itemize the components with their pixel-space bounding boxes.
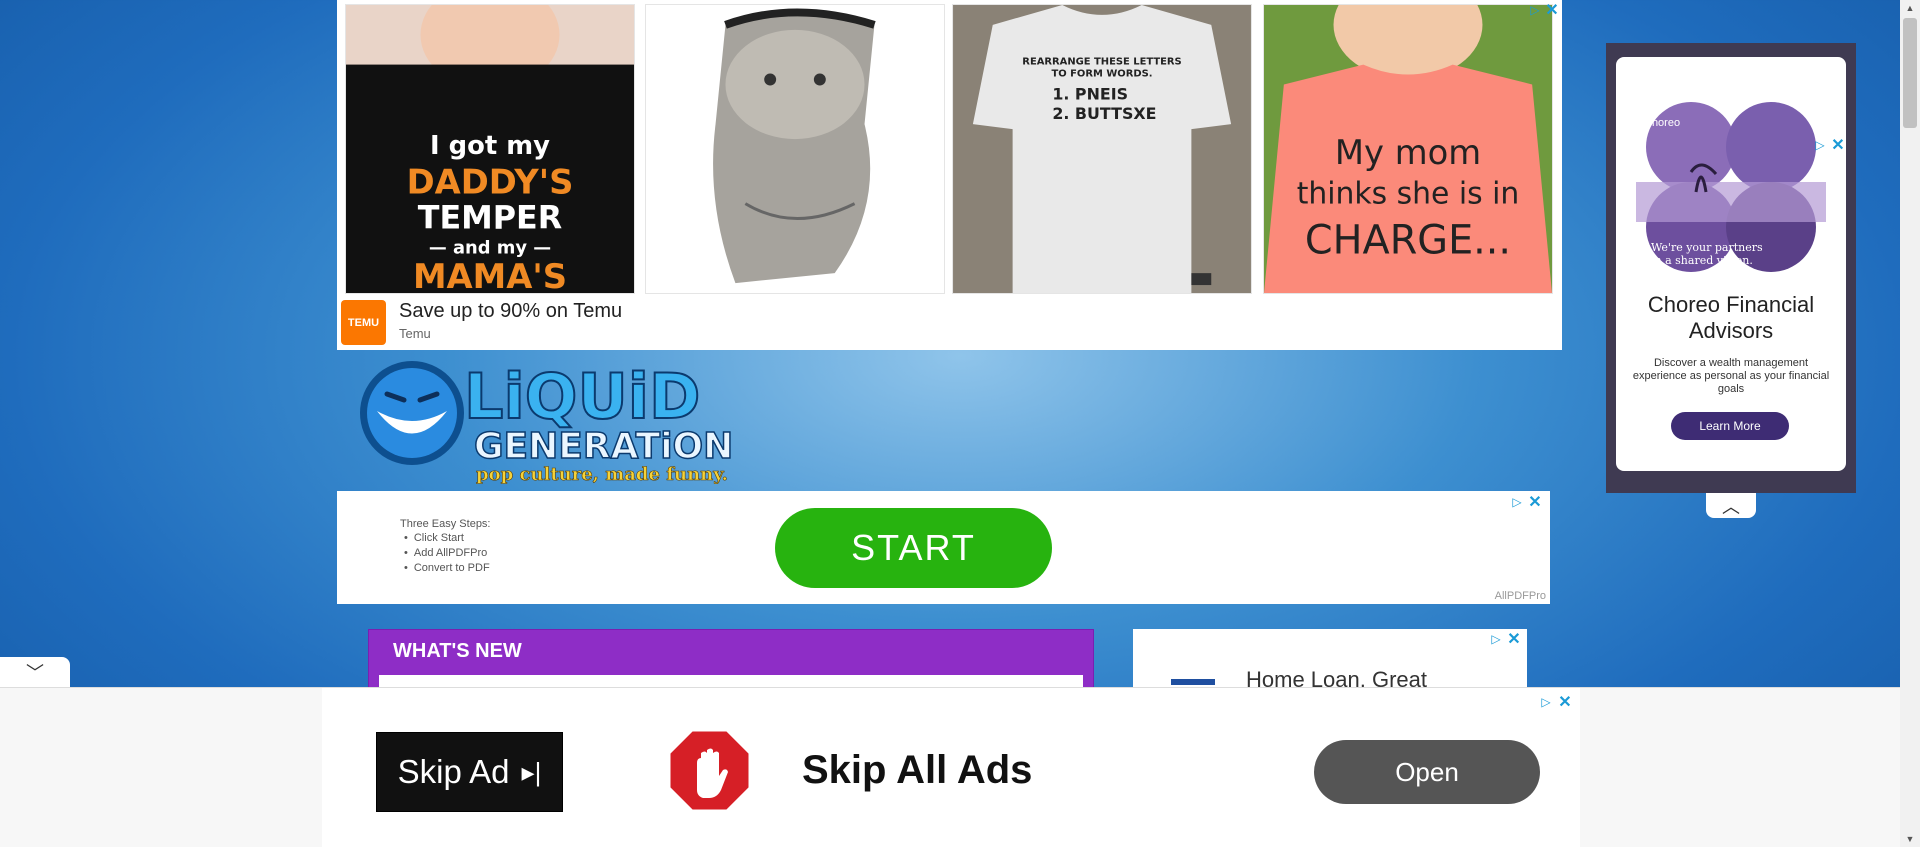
close-icon[interactable]: ✕ [1830,137,1846,154]
learn-more-button[interactable]: Learn More [1671,412,1789,440]
svg-text:thinks she is in: thinks she is in [1297,177,1520,212]
close-icon[interactable]: ✕ [1544,2,1560,19]
close-icon[interactable]: ✕ [1506,631,1522,648]
step-item: Add AllPDFPro [404,546,490,561]
svg-text:TEMPER: TEMPER [418,200,562,236]
logo-line2: GENERATiON [474,426,733,467]
temu-logo[interactable]: TEMU [341,300,386,345]
ad-image-caption: We're your partners in a shared vision. [1651,241,1763,267]
ad-card[interactable]: Choreo We're your partners in a shared v… [1616,57,1846,471]
open-button[interactable]: Open [1314,740,1540,804]
close-icon[interactable]: ✕ [1527,494,1543,511]
svg-text:DADDY'S: DADDY'S [407,163,574,202]
svg-text:I got my: I got my [430,131,550,161]
skip-forward-icon: ▸| [521,756,542,787]
advertiser-name[interactable]: Choreo Financial Advisors [1616,292,1846,344]
scrollbar-thumb[interactable] [1903,18,1917,128]
svg-text:2. BUTTSXE: 2. BUTTSXE [1052,104,1156,123]
svg-text:— and my —: — and my — [429,237,551,258]
svg-text:CHARGE...: CHARGE... [1305,217,1511,263]
skip-all-ads-ad[interactable]: Skip Ad ▸| Skip All Ads Open ▷ ✕ [322,688,1580,847]
scroll-up-arrow-icon[interactable]: ▲ [1900,0,1920,16]
ad-description: Discover a wealth management experience … [1632,357,1830,395]
start-button[interactable]: START [775,508,1052,588]
svg-text:My mom: My mom [1335,133,1481,172]
choreo-sidebar-ad[interactable]: Choreo Choreo We're your partners in a s… [1606,43,1856,493]
adchoices-icon[interactable]: ▷ [1527,2,1543,18]
step-item: Convert to PDF [404,561,490,576]
svg-text:REARRANGE THESE LETTERS: REARRANGE THESE LETTERS [1022,57,1181,68]
adchoices-icon[interactable]: ▷ [1538,694,1554,710]
product-image-cat-mask[interactable] [645,4,945,294]
allpdfpro-ad-banner[interactable]: Three Easy Steps: Click Start Add AllPDF… [337,491,1550,604]
advertiser-logo [1171,679,1215,685]
steps-list: Click Start Add AllPDFPro Convert to PDF [404,531,490,576]
product-image-word-shirt[interactable]: REARRANGE THESE LETTERS TO FORM WORDS. 1… [952,4,1252,294]
chevron-up-icon[interactable]: ︿ [1706,493,1756,518]
bottom-sticky-ad-bar: Skip Ad ▸| Skip All Ads Open ▷ ✕ [0,687,1900,847]
logo-tagline: pop culture, made funny. [476,464,728,485]
adchoices-icon[interactable]: ▷ [1509,494,1525,510]
ad-advertiser: Temu [399,326,431,341]
adchoices-icon[interactable]: ▷ [1812,137,1828,153]
site-logo[interactable]: LiQUiD GENERATiON pop culture, made funn… [352,356,742,490]
vertical-scrollbar[interactable]: ▲ ▼ [1900,0,1920,847]
skip-ad-button[interactable]: Skip Ad ▸| [376,732,563,812]
product-image-toddler-shirt[interactable]: I got my DADDY'S TEMPER — and my — MAMA'… [345,4,635,294]
ad-headline[interactable]: Save up to 90% on Temu [399,300,622,323]
svg-text:MAMA'S: MAMA'S [413,257,567,293]
scroll-down-arrow-icon[interactable]: ▼ [1900,831,1920,847]
temu-ad-banner[interactable]: I got my DADDY'S TEMPER — and my — MAMA'… [337,0,1562,350]
skip-ad-label: Skip Ad [397,753,510,790]
chevron-down-icon[interactable]: ﹀ [0,657,70,687]
svg-text:1. PNEIS: 1. PNEIS [1052,84,1128,103]
steps-title: Three Easy Steps: [400,518,491,530]
step-item: Click Start [404,531,490,546]
svg-text:TO FORM WORDS.: TO FORM WORDS. [1051,69,1152,80]
adchoices-icon[interactable]: ▷ [1488,631,1504,647]
stop-hand-icon [667,728,752,813]
ad-title[interactable]: Skip All Ads [802,748,1032,793]
close-icon[interactable]: ✕ [1557,694,1573,711]
logo-line1: LiQUiD [464,360,701,433]
ad-image-brand: Choreo [1644,117,1681,129]
section-title: WHAT'S NEW [393,640,522,662]
product-image-pink-shirt[interactable]: My mom thinks she is in CHARGE... [1263,4,1553,294]
ad-brand: AllPDFPro [1494,590,1546,602]
